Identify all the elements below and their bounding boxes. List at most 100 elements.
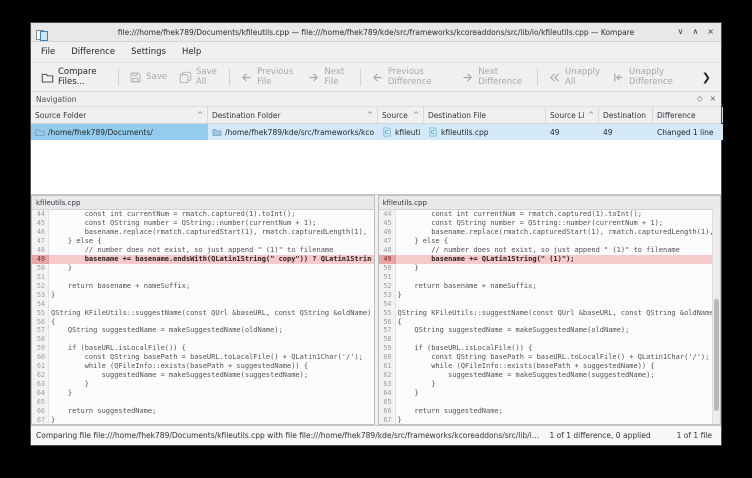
table-cell-text: /home/fhek789/Documents/ [48,128,153,137]
code-line: 59 if (baseURL.isLocalFile()) { [32,344,374,353]
column-header-source-file[interactable]: Source File^ [378,107,424,123]
line-number: 55 [379,308,396,317]
toolbar-button-unapply-all[interactable]: Unapply All [542,64,606,90]
line-text: QString KFileUtils::suggestName(const QU… [396,308,721,317]
kompare-window: file:///home/fhek789/Documents/kfileutil… [30,22,722,446]
line-text: basename.replace(rmatch.capturedStart(1)… [49,228,374,237]
minimize-button[interactable]: ∨ [678,28,684,36]
maximize-button[interactable]: ∧ [692,28,698,36]
line-text: return suggestedName; [49,406,374,415]
menu-help[interactable]: Help [174,44,209,60]
line-number: 52 [32,281,49,290]
navigation-table: Source Folder^Destination Folder^Source … [31,107,721,195]
toolbar-button-next-difference[interactable]: Next Difference [455,64,533,90]
column-header-source-folder[interactable]: Source Folder^ [31,107,208,123]
line-number: 47 [32,237,49,246]
line-number: 65 [32,397,49,406]
line-text: const int currentNum = rmatch.captured(1… [396,210,721,219]
menu-settings[interactable]: Settings [123,44,174,60]
dock-close-icon[interactable]: × [710,95,716,103]
line-number: 49 [379,255,396,264]
source-diff-pane: kfileutils.cpp 44 const int currentNum =… [31,195,375,425]
menu-difference[interactable]: Difference [63,44,123,60]
line-number: 51 [32,272,49,281]
column-header-destination-folder[interactable]: Destination Folder^ [208,107,378,123]
vertical-scrollbar[interactable] [712,209,720,424]
column-header-label: Difference [657,111,696,120]
code-line: 54 [32,299,374,308]
line-text: const QString basePath = baseURL.toLocal… [396,353,721,362]
source-pane-tab[interactable]: kfileutils.cpp [32,196,374,210]
line-number: 56 [32,317,49,326]
column-header-label: Destination File [428,111,486,120]
toolbar-separator [537,69,538,86]
toolbar-button-previous-difference[interactable]: Previous Difference [365,64,455,90]
table-cell-destination-line[interactable]: 49 [599,124,653,140]
column-header-difference[interactable]: Difference [653,107,723,123]
line-number: 56 [379,317,396,326]
column-header-source-line[interactable]: Source Line^ [546,107,599,123]
line-text: if (baseURL.isLocalFile()) { [396,344,721,353]
line-text: { [49,317,374,326]
code-line: 51 [379,272,721,281]
scrollbar-thumb[interactable] [714,299,719,411]
column-header-destination-line[interactable]: Destination Line [599,107,653,123]
line-text: QString suggestedName = makeSuggestedNam… [49,326,374,335]
table-cell-source-line[interactable]: 49 [546,124,599,140]
table-cell-text: kfileutils.c... [395,128,420,137]
toolbar-button-unapply-difference[interactable]: Unapply Difference [606,64,696,90]
line-number: 62 [32,371,49,380]
pane-file-label: kfileutils.cpp [383,199,427,207]
code-line: 46 basename.replace(rmatch.capturedStart… [379,228,721,237]
toolbar-button-save[interactable]: Save [123,68,173,87]
changed-code-line[interactable]: 49 basename += QLatin1String(" (1)"); [379,255,721,264]
column-header-label: Source File [382,111,410,120]
table-row[interactable]: /home/fhek789/Documents/ /home/fhek789/kd… [31,124,721,140]
line-number: 51 [379,272,396,281]
column-header-label: Source Folder [35,111,86,120]
arrow-right-icon [461,71,474,84]
line-text: const QString number = QString::number(c… [396,219,721,228]
table-cell-destination-file[interactable]: Ckfileutils.cpp [424,124,546,140]
screen-background: file:///home/fhek789/Documents/kfileutil… [0,0,752,478]
toolbar-button-next-file[interactable]: Next File [301,64,355,90]
line-number: 67 [32,415,49,424]
double-arrow-left-icon [548,71,561,84]
line-text [49,299,374,308]
window-controls: ∨ ∧ × [678,28,721,36]
line-number: 55 [32,308,49,317]
column-header-destination-file[interactable]: Destination File [424,107,546,123]
line-text: } else { [49,237,374,246]
table-cell-source-file[interactable]: Ckfileutils.c... [378,124,424,140]
line-number: 54 [32,299,49,308]
menu-file[interactable]: File [33,44,63,60]
titlebar[interactable]: file:///home/fhek789/Documents/kfileutil… [31,23,721,42]
code-line: 52 return basename + nameSuffix; [379,281,721,290]
toolbar-button-previous-file[interactable]: Previous File [234,64,301,90]
table-cell-difference[interactable]: Changed 1 line [653,124,723,140]
source-code-view[interactable]: 44 const int currentNum = rmatch.capture… [32,210,374,424]
destination-pane-tab[interactable]: kfileutils.cpp [379,196,721,210]
table-cell-source-folder[interactable]: /home/fhek789/Documents/ [31,124,208,140]
table-cell-text: 49 [550,128,560,137]
dock-float-icon[interactable]: ◇ [697,95,703,103]
code-line: 63 } [379,380,721,389]
code-line: 44 const int currentNum = rmatch.capture… [379,210,721,219]
code-line: 67} [32,415,374,424]
table-cell-destination-folder[interactable]: /home/fhek789/kde/src/frameworks/kcoread… [208,124,378,140]
toolbar-overflow-button[interactable]: ❯ [696,71,717,84]
line-text [396,299,721,308]
toolbar-button-compare-files[interactable]: Compare Files... [35,64,114,90]
changed-code-line[interactable]: 49 basename += basename.endsWith(QLatin1… [32,255,374,264]
pane-file-label: kfileutils.cpp [36,199,80,207]
code-line: 55QString KFileUtils::suggestName(const … [32,308,374,317]
close-button[interactable]: × [707,28,714,36]
code-line: 59 if (baseURL.isLocalFile()) { [379,344,721,353]
table-cell-text: kfileutils.cpp [441,128,489,137]
line-text [396,397,721,406]
line-text: } [49,388,374,397]
toolbar-button-label: Save [146,72,167,82]
toolbar-button-save-all[interactable]: Save All [173,64,225,90]
line-number: 48 [379,246,396,255]
destination-code-view[interactable]: 44 const int currentNum = rmatch.capture… [379,210,721,424]
